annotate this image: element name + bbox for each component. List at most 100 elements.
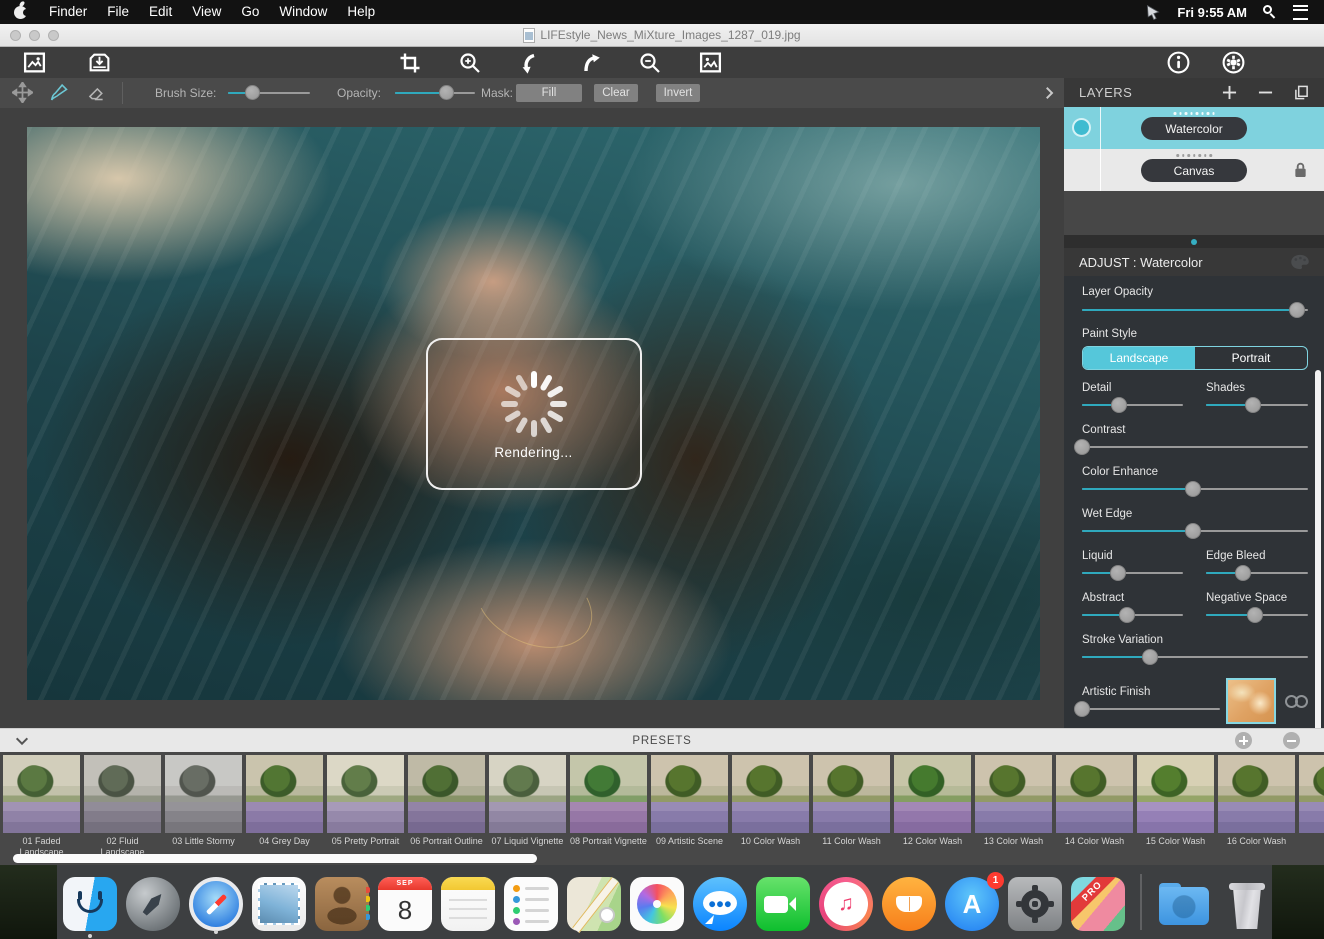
add-preset-button[interactable] — [1235, 732, 1252, 749]
paint-style-portrait-option[interactable]: Portrait — [1195, 347, 1307, 369]
notification-list-icon[interactable] — [1293, 5, 1308, 20]
dock-trash-icon[interactable] — [1220, 877, 1274, 931]
stroke-variation-slider[interactable] — [1082, 649, 1308, 664]
opacity-slider[interactable] — [395, 85, 475, 100]
dock-mail-icon[interactable] — [252, 877, 306, 931]
zoom-out-icon[interactable] — [638, 51, 662, 75]
redo-icon[interactable] — [578, 51, 602, 75]
preset-item[interactable]: 05 Pretty Portrait — [327, 755, 404, 858]
layer-drag-handle[interactable] — [1174, 112, 1215, 115]
preset-item[interactable]: 16 Color Wash — [1218, 755, 1295, 858]
preset-item[interactable]: 17 T — [1299, 755, 1324, 858]
preset-item[interactable]: 01 Faded Landscape — [3, 755, 80, 858]
dock-itunes-icon[interactable] — [819, 877, 873, 931]
dock-reminders-icon[interactable] — [504, 877, 558, 931]
chevron-right-icon[interactable] — [1040, 83, 1058, 103]
preset-item[interactable]: 13 Color Wash — [975, 755, 1052, 858]
preset-item[interactable]: 06 Portrait Outline — [408, 755, 485, 858]
brush-size-slider[interactable] — [228, 85, 310, 100]
save-export-icon[interactable] — [87, 50, 112, 75]
menu-item[interactable]: Finder — [39, 0, 97, 24]
info-icon[interactable] — [1166, 50, 1191, 75]
search-icon[interactable] — [1263, 5, 1277, 19]
dock-maps-icon[interactable] — [567, 877, 621, 931]
dock-photos-icon[interactable] — [630, 877, 684, 931]
edge-bleed-slider[interactable] — [1206, 565, 1308, 580]
dock-contacts-icon[interactable] — [315, 877, 369, 931]
slider-thumb[interactable] — [1247, 607, 1263, 623]
slider-thumb[interactable] — [1235, 565, 1251, 581]
move-tool-icon[interactable] — [12, 82, 33, 103]
color-enhance-slider[interactable] — [1082, 481, 1308, 496]
dock-sysprefs-icon[interactable] — [1008, 877, 1062, 931]
preset-item[interactable]: 08 Portrait Vignette — [570, 755, 647, 858]
menu-item[interactable]: Help — [337, 0, 385, 24]
dock-launchpad-icon[interactable] — [126, 877, 180, 931]
menu-item[interactable]: Window — [269, 0, 337, 24]
menu-item[interactable]: View — [182, 0, 231, 24]
menu-clock[interactable]: Fri 9:55 AM — [1177, 5, 1247, 20]
crop-icon[interactable] — [398, 51, 422, 75]
slider-thumb[interactable] — [1289, 302, 1305, 318]
mask-clear-button[interactable]: Clear — [594, 84, 638, 102]
dock-downloads-icon[interactable] — [1157, 877, 1211, 931]
dock-appstore-icon[interactable]: 1 — [945, 877, 999, 931]
preset-item[interactable]: 15 Color Wash — [1137, 755, 1214, 858]
layer-row-canvas[interactable]: Canvas — [1064, 149, 1324, 191]
preset-item[interactable]: 10 Color Wash — [732, 755, 809, 858]
add-layer-icon[interactable] — [1222, 85, 1237, 100]
shades-slider[interactable] — [1206, 397, 1308, 412]
preset-item[interactable]: 12 Color Wash — [894, 755, 971, 858]
slider-thumb[interactable] — [1119, 607, 1135, 623]
abstract-slider[interactable] — [1082, 607, 1183, 622]
layer-name-canvas[interactable]: Canvas — [1141, 159, 1247, 182]
negative-space-slider[interactable] — [1206, 607, 1308, 622]
slider-thumb[interactable] — [1245, 397, 1261, 413]
layer-drag-handle[interactable] — [1176, 154, 1212, 157]
settings-gear-icon[interactable] — [1221, 50, 1246, 75]
slider-thumb[interactable] — [1074, 439, 1090, 455]
layer-name-watercolor[interactable]: Watercolor — [1141, 117, 1247, 140]
contrast-slider[interactable] — [1082, 439, 1308, 454]
artistic-finish-slider[interactable] — [1082, 701, 1220, 716]
wet-edge-slider[interactable] — [1082, 523, 1308, 538]
dock-ibooks-icon[interactable] — [882, 877, 936, 931]
preset-item[interactable]: 03 Little Stormy — [165, 755, 242, 858]
slider-thumb[interactable] — [1110, 565, 1126, 581]
preset-item[interactable]: 02 Fluid Landscape — [84, 755, 161, 858]
liquid-slider[interactable] — [1082, 565, 1183, 580]
apple-menu-icon[interactable] — [14, 6, 27, 19]
slider-thumb[interactable] — [1142, 649, 1158, 665]
remove-layer-icon[interactable] — [1258, 85, 1273, 100]
layer-opacity-slider[interactable] — [1082, 302, 1308, 317]
dock-finder-icon[interactable] — [63, 877, 117, 931]
slider-thumb[interactable] — [1185, 481, 1201, 497]
presets-scrollbar[interactable] — [13, 854, 537, 863]
opacity-slider-thumb[interactable] — [439, 85, 454, 100]
preset-item[interactable]: 07 Liquid Vignette — [489, 755, 566, 858]
preset-item[interactable]: 14 Color Wash — [1056, 755, 1133, 858]
eraser-tool-icon[interactable] — [86, 82, 107, 103]
photo-canvas[interactable]: Rendering... — [27, 127, 1040, 700]
brush-size-slider-thumb[interactable] — [245, 85, 260, 100]
open-image-icon[interactable] — [22, 50, 47, 75]
paint-style-landscape-option[interactable]: Landscape — [1083, 347, 1195, 369]
slider-thumb[interactable] — [1111, 397, 1127, 413]
menu-item[interactable]: Go — [231, 0, 269, 24]
remove-preset-button[interactable] — [1283, 732, 1300, 749]
dock-calendar-icon[interactable]: SEP 8 — [378, 877, 432, 931]
slider-thumb[interactable] — [1185, 523, 1201, 539]
brush-tool-icon[interactable] — [49, 82, 70, 103]
link-icon[interactable] — [1283, 695, 1313, 709]
menu-item[interactable]: Edit — [139, 0, 182, 24]
preset-item[interactable]: 09 Artistic Scene — [651, 755, 728, 858]
image-preview-icon[interactable] — [698, 50, 723, 75]
preset-item[interactable]: 04 Grey Day — [246, 755, 323, 858]
dock-facetime-icon[interactable] — [756, 877, 810, 931]
duplicate-layer-icon[interactable] — [1294, 85, 1309, 100]
zoom-in-icon[interactable] — [458, 51, 482, 75]
artistic-finish-texture-thumbnail[interactable] — [1226, 678, 1276, 724]
menu-item[interactable]: File — [97, 0, 139, 24]
mask-invert-button[interactable]: Invert — [656, 84, 700, 102]
dock-notes-icon[interactable] — [441, 877, 495, 931]
